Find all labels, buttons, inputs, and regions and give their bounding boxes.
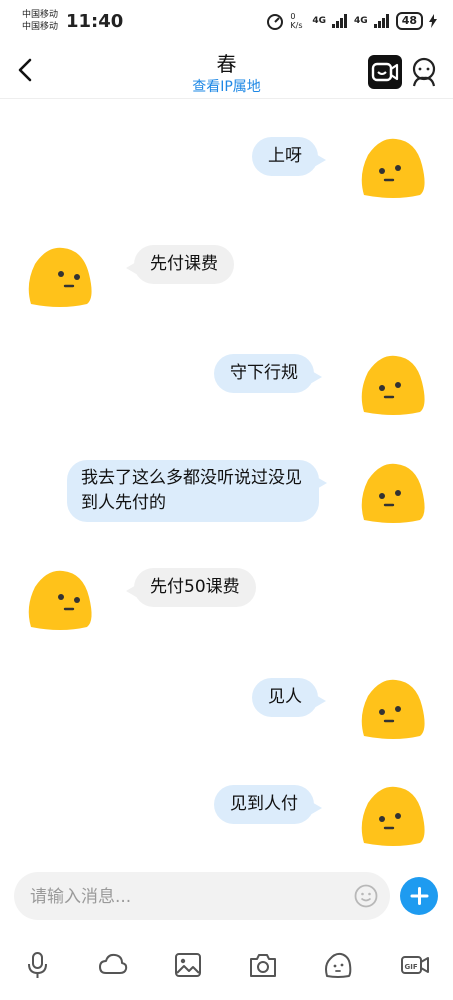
my-avatar[interactable] bbox=[358, 460, 428, 526]
message-bubble[interactable]: 见人 bbox=[252, 678, 326, 717]
video-camera-icon bbox=[371, 62, 399, 82]
yellow-blob-avatar-icon bbox=[361, 463, 425, 523]
status-bar: 中国移动 中国移动 11:40 0 K/s 4G 4G 48 bbox=[0, 0, 453, 44]
my-avatar[interactable] bbox=[358, 352, 428, 418]
yellow-blob-avatar-icon bbox=[361, 679, 425, 739]
camera-icon[interactable] bbox=[248, 951, 278, 979]
my-avatar[interactable] bbox=[358, 783, 428, 849]
yellow-blob-avatar-icon bbox=[361, 786, 425, 846]
contact-avatar[interactable] bbox=[25, 244, 95, 310]
carrier-1: 中国移动 bbox=[22, 10, 59, 20]
carrier-2: 中国移动 bbox=[22, 22, 59, 32]
mic-icon[interactable] bbox=[23, 951, 53, 979]
yellow-blob-avatar-icon bbox=[28, 247, 92, 307]
yellow-blob-avatar-icon bbox=[28, 570, 92, 630]
yellow-blob-avatar-icon bbox=[361, 138, 425, 198]
message-bubble[interactable]: 先付课费 bbox=[126, 245, 234, 284]
clock: 11:40 bbox=[66, 11, 124, 32]
chat-header: 春 查看IP属地 bbox=[0, 44, 453, 99]
net-speed: 0 K/s bbox=[290, 12, 303, 30]
video-call-button[interactable] bbox=[368, 55, 402, 89]
my-avatar[interactable] bbox=[358, 676, 428, 742]
system-icons: 0 K/s 4G 4G 48 bbox=[266, 12, 437, 30]
emoji-icon[interactable] bbox=[354, 884, 378, 908]
message-bubble[interactable]: 见到人付 bbox=[214, 785, 322, 824]
message-bubble[interactable]: 先付50课费 bbox=[126, 568, 256, 607]
network-type-1: 4G bbox=[312, 16, 327, 26]
cloud-icon[interactable] bbox=[98, 951, 128, 979]
profile-icon[interactable] bbox=[410, 56, 438, 88]
signal-icon bbox=[373, 14, 389, 28]
carrier-info: 中国移动 中国移动 bbox=[22, 9, 58, 33]
message-bubble[interactable]: 守下行规 bbox=[214, 354, 322, 393]
speedometer-icon bbox=[267, 14, 284, 30]
message-input-bar bbox=[14, 872, 390, 920]
image-icon[interactable] bbox=[173, 951, 203, 979]
sticker-icon[interactable] bbox=[323, 951, 353, 979]
gif-icon[interactable]: GIF bbox=[400, 951, 430, 979]
message-input[interactable] bbox=[28, 882, 352, 912]
my-avatar[interactable] bbox=[358, 135, 428, 201]
chat-message-list[interactable]: 上呀 先付课费 守下行规 我去了这么多都没听说过没见到人先付的 先付50课费 见… bbox=[0, 99, 453, 859]
svg-text:GIF: GIF bbox=[405, 963, 418, 971]
message-bubble[interactable]: 上呀 bbox=[252, 137, 326, 176]
add-button[interactable] bbox=[400, 877, 438, 915]
network-type-2: 4G bbox=[354, 16, 368, 26]
contact-avatar[interactable] bbox=[25, 567, 95, 633]
charging-icon bbox=[429, 14, 437, 28]
input-toolbar: GIF bbox=[0, 945, 453, 985]
signal-icon bbox=[332, 14, 348, 28]
message-bubble[interactable]: 我去了这么多都没听说过没见到人先付的 bbox=[67, 460, 327, 522]
yellow-blob-avatar-icon bbox=[361, 355, 425, 415]
battery-indicator: 48 bbox=[395, 12, 423, 30]
